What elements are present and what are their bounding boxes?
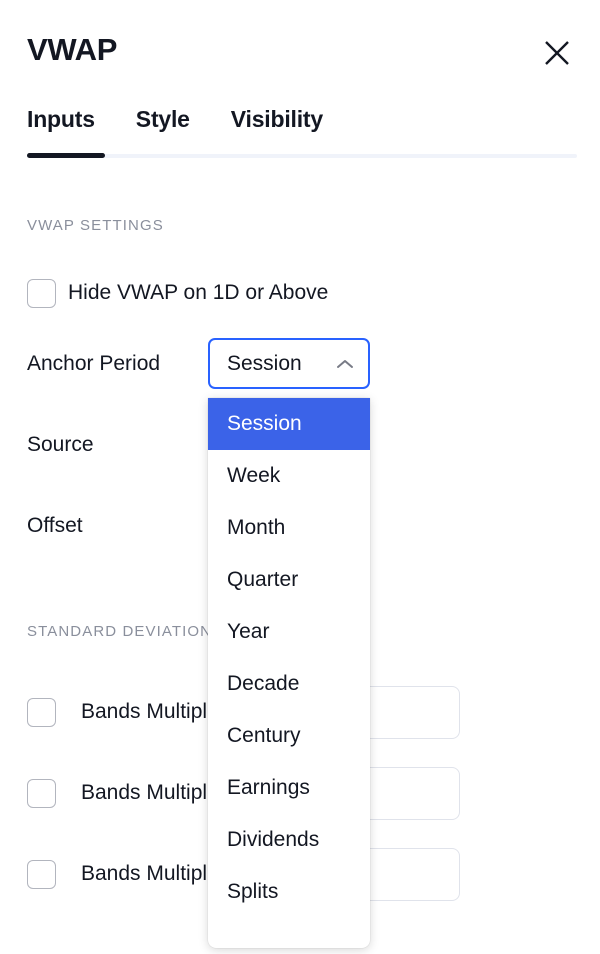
close-button[interactable] [535,31,579,75]
source-label: Source [27,433,94,456]
dropdown-option-century[interactable]: Century [208,710,370,762]
close-icon [542,38,572,68]
offset-label: Offset [27,514,83,537]
bands-multiplier-1-checkbox[interactable] [27,698,56,727]
hide-vwap-label: Hide VWAP on 1D or Above [68,281,329,304]
bands-multiplier-3-checkbox[interactable] [27,860,56,889]
tab-inputs[interactable]: Inputs [27,106,95,133]
tab-style[interactable]: Style [136,106,190,133]
dropdown-option-year[interactable]: Year [208,606,370,658]
chevron-up-icon [336,358,354,370]
dropdown-option-week[interactable]: Week [208,450,370,502]
panel-header: VWAP [0,0,600,100]
dropdown-option-earnings[interactable]: Earnings [208,762,370,814]
anchor-period-dropdown[interactable]: Session Week Month Quarter Year Decade Century… [208,398,370,948]
tab-visibility[interactable]: Visibility [231,106,323,133]
section-header-vwap-settings: VWAP SETTINGS [27,217,164,234]
page-title: VWAP [27,32,118,67]
dropdown-option-splits[interactable]: Splits [208,866,370,918]
anchor-period-select[interactable]: Session [208,338,370,389]
bands-multiplier-2-checkbox[interactable] [27,779,56,808]
tab-active-indicator [27,153,105,158]
tab-bar: Inputs Style Visibility [0,106,600,158]
dropdown-option-dividends[interactable]: Dividends [208,814,370,866]
tab-track [27,154,577,158]
anchor-period-value: Session [227,351,302,375]
dropdown-option-month[interactable]: Month [208,502,370,554]
dropdown-option-session[interactable]: Session [208,398,370,450]
dropdown-option-quarter[interactable]: Quarter [208,554,370,606]
anchor-period-label: Anchor Period [27,352,161,375]
dropdown-option-decade[interactable]: Decade [208,658,370,710]
hide-vwap-checkbox[interactable] [27,279,56,308]
